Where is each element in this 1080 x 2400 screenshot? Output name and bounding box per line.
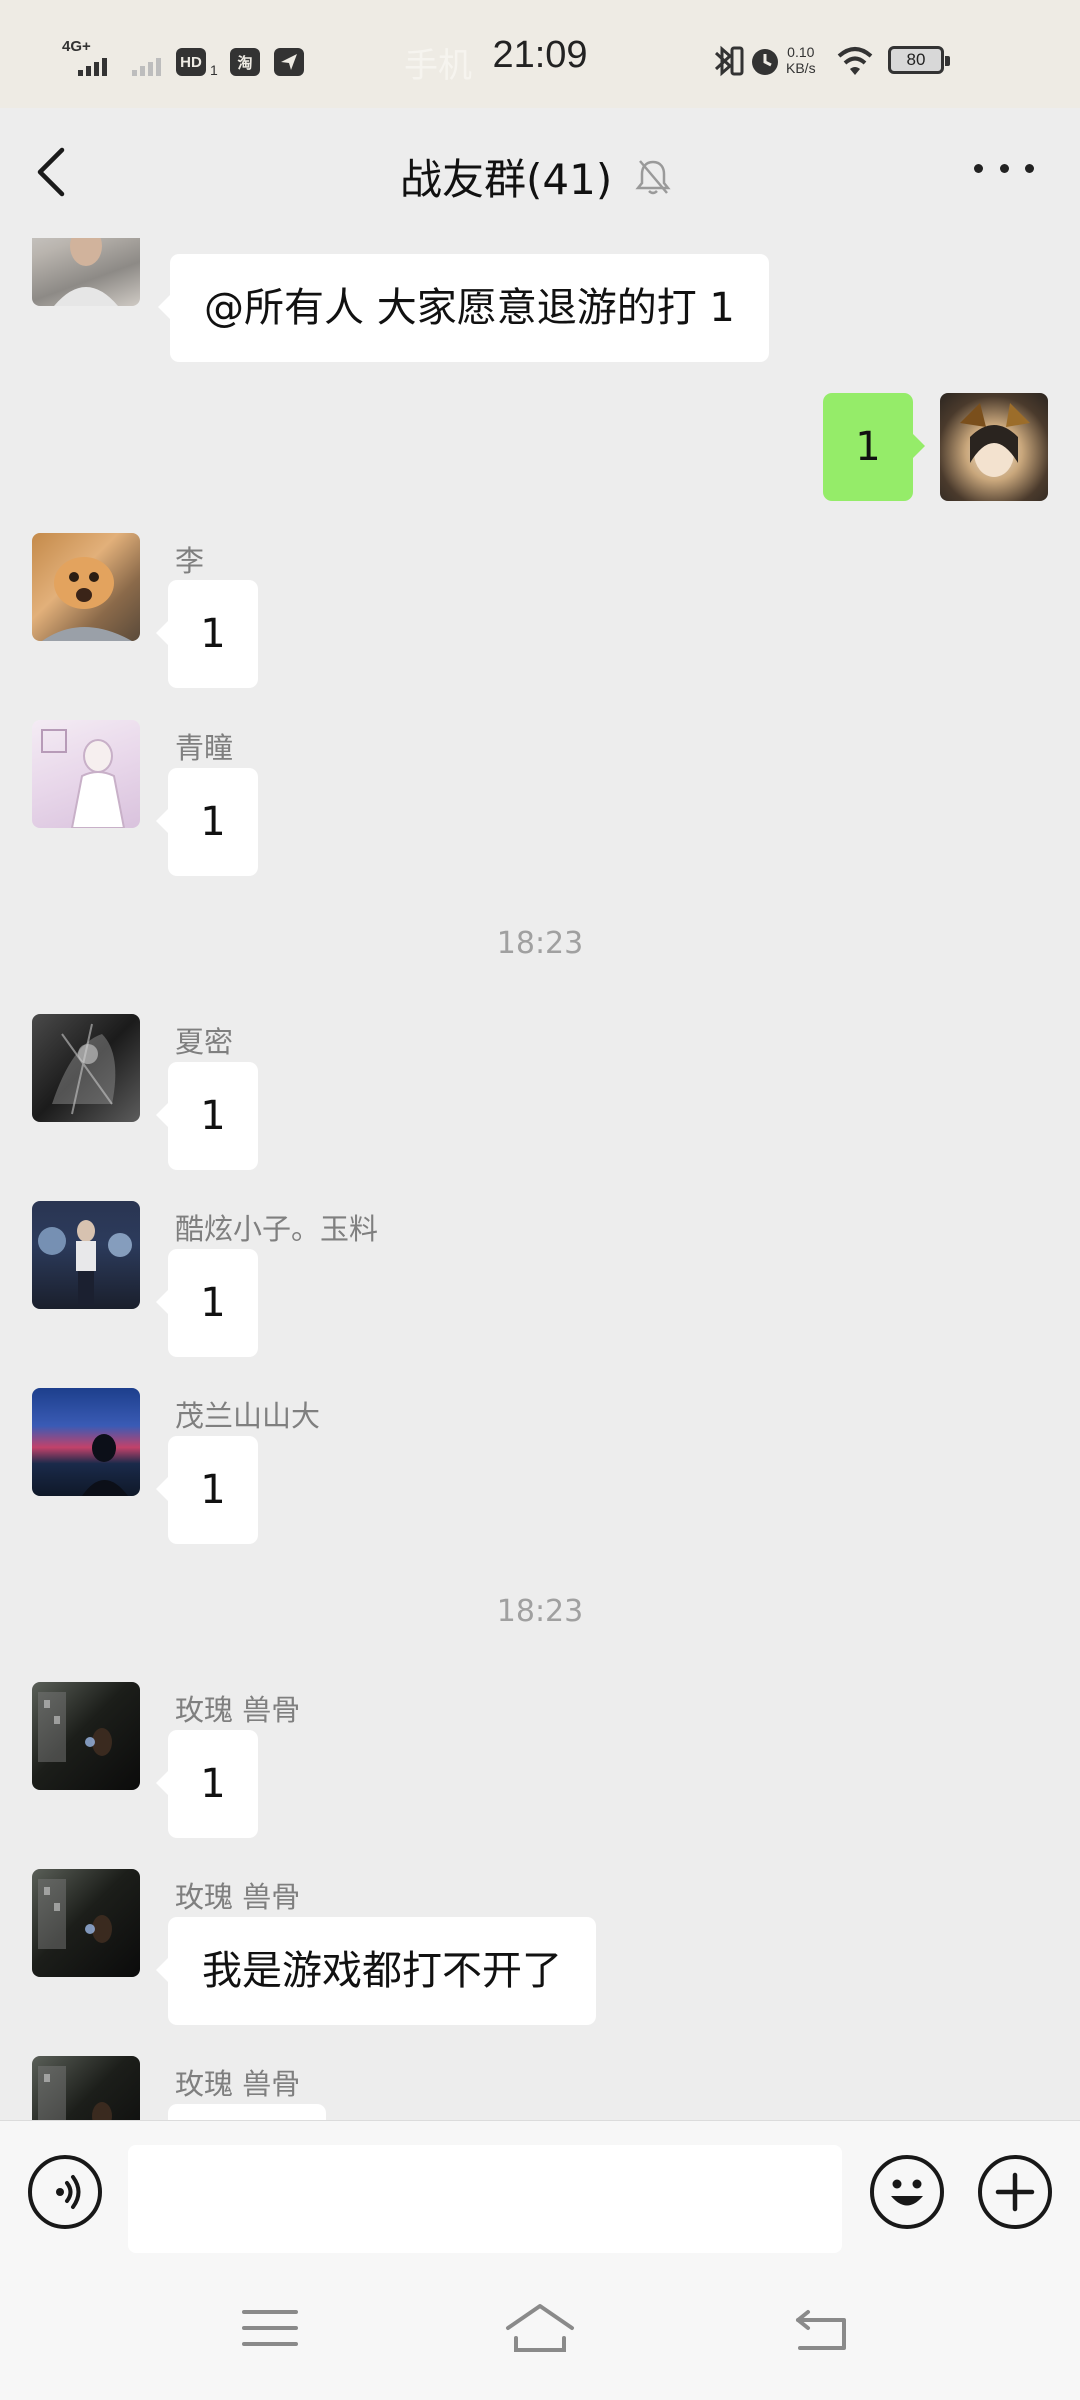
home-icon[interactable] [500,2288,580,2368]
sender-name: 青瞳 [175,731,234,765]
menu-icon[interactable] [230,2288,310,2368]
hd-sub-label: 1 [210,62,218,78]
message-input[interactable] [128,2145,842,2253]
send-app-icon [274,48,304,76]
avatar[interactable] [32,1201,140,1309]
status-bar: 4G+ HD 1 淘 手机 21:09 0.10 KB/s 80 [0,0,1080,108]
timestamp: 18:23 [496,926,584,961]
my-message-bubble[interactable]: 1 [823,393,925,501]
avatar[interactable] [32,1682,140,1790]
timestamp: 18:23 [496,1594,584,1629]
more-dots-icon[interactable] [974,164,1034,180]
sender-name: 夏密 [175,1025,234,1059]
avatar[interactable] [32,1388,140,1496]
message-bubble[interactable]: 我是游戏都打不开了 [156,1917,596,2025]
sender-name: 玫瑰 兽骨 [175,1693,301,1727]
signal-4g-icon: 4G+ [62,38,107,76]
message-bubble[interactable]: 1 [156,1436,258,1544]
message-bubble[interactable]: 1 [156,580,258,688]
chat-message-list[interactable]: @所有人 大家愿意退游的打 1 1 李 1 青瞳 1 18:23 夏密 1 酷炫… [0,238,1080,2120]
signal-sim2-icon [132,58,161,76]
chat-title: 战友群(41) [400,155,613,204]
battery-icon: 80 [888,46,950,74]
network-speed: 0.10 KB/s [786,44,816,76]
hd-badge-icon: HD [176,48,206,76]
avatar[interactable] [32,1014,140,1122]
chat-header: 战友群(41) [0,108,1080,238]
avatar[interactable] [32,533,140,641]
my-avatar[interactable] [940,393,1048,501]
message-bubble[interactable] [168,2104,326,2120]
alarm-icon [752,49,778,75]
message-bubble[interactable]: 1 [156,1730,258,1838]
wifi-icon [837,47,873,75]
avatar[interactable] [32,720,140,828]
sender-name: 茂兰山山大 [175,1399,321,1433]
sender-name: 酷炫小子。玉料 [175,1212,379,1246]
sender-name: 玫瑰 兽骨 [175,1880,301,1914]
emoji-icon[interactable] [870,2155,944,2229]
taobao-app-icon: 淘 [230,48,260,76]
sender-name: 玫瑰 兽骨 [175,2067,301,2101]
voice-icon[interactable] [28,2155,102,2229]
system-nav-bar [0,2258,1080,2400]
input-bar [0,2120,1080,2258]
message-bubble[interactable]: 1 [156,768,258,876]
chat-title-group: 战友群(41) [400,146,672,207]
back-chevron-icon[interactable] [30,144,74,200]
bell-off-icon [635,159,671,194]
sender-name: 李 [175,544,205,578]
back-icon[interactable] [782,2288,862,2368]
plus-icon[interactable] [978,2155,1052,2229]
message-bubble[interactable]: 1 [156,1062,258,1170]
avatar[interactable] [32,2056,140,2120]
vibrate-icon [730,46,744,76]
avatar[interactable] [32,238,140,306]
message-bubble[interactable]: 1 [156,1249,258,1357]
avatar[interactable] [32,1869,140,1977]
message-bubble[interactable]: @所有人 大家愿意退游的打 1 [158,254,769,362]
status-clock: 21:09 [492,34,588,76]
